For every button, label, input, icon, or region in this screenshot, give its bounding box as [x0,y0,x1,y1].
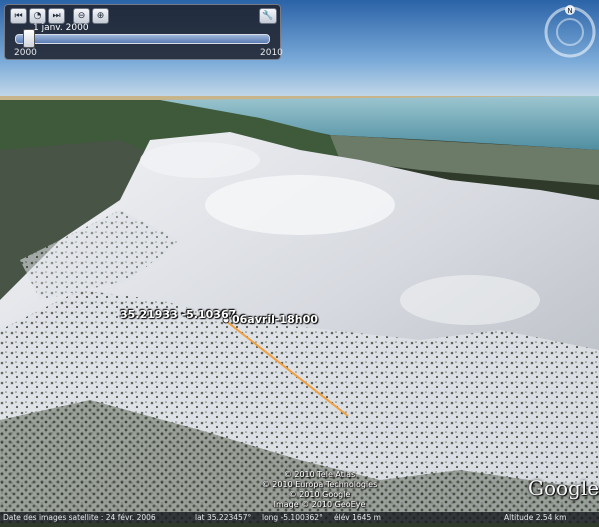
credit-line: © 2010 Europa Technologies [261,480,378,489]
north-label: N [567,7,572,15]
coordinates-label[interactable]: 35.21933 -5.10367 [120,308,236,321]
animate-button[interactable]: ◔ [29,8,46,24]
altitude-readout: Altitude 2.54 km [504,513,567,522]
google-logo: Google [528,476,599,500]
range-start-label: 2000 [14,48,37,58]
wrench-icon: 🔧 [262,11,274,21]
navigation-compass[interactable]: N [543,5,597,59]
time-settings-button[interactable]: 🔧 [259,8,277,24]
earth-3d-view[interactable] [0,0,599,523]
clock-icon: ◔ [33,11,42,21]
longitude-readout: long -5.100362° [262,513,323,522]
next-button[interactable]: ⏭ [48,8,65,24]
time-slider-track[interactable] [15,34,270,44]
previous-icon: ⏮ [14,11,23,21]
previous-button[interactable]: ⏮ [10,8,27,24]
next-icon: ⏭ [52,11,61,21]
time-slider-thumb[interactable] [22,29,35,48]
waypoint-label[interactable]: 06avril-18h00 [232,313,318,326]
elevation-readout: élév 1645 m [334,513,381,522]
zoom-out-range-button[interactable]: ⊖ [73,8,90,24]
zoom-in-icon: ⊕ [96,11,105,21]
status-bar: Date des images satellite : 24 févr. 200… [0,512,599,523]
range-end-label: 2010 [260,48,283,58]
zoom-out-icon: ⊖ [77,11,86,21]
current-date-label: 1 janv. 2000 [33,23,89,33]
terrain-scene[interactable] [0,0,599,523]
credit-line: Image © 2010 GeoEye [273,500,366,509]
imagery-date: Date des images satellite : 24 févr. 200… [3,513,156,522]
imagery-credits: © 2010 Tele Atlas © 2010 Europa Technolo… [0,470,599,510]
zoom-in-range-button[interactable]: ⊕ [92,8,109,24]
time-slider-panel: ⏮ ◔ ⏭ ⊖ ⊕ 🔧 1 janv. 2000 2000 2010 [4,4,283,60]
credit-line: © 2010 Tele Atlas [283,470,356,479]
credit-line: © 2010 Google [288,490,351,499]
latitude-readout: lat 35.223457° [195,513,252,522]
